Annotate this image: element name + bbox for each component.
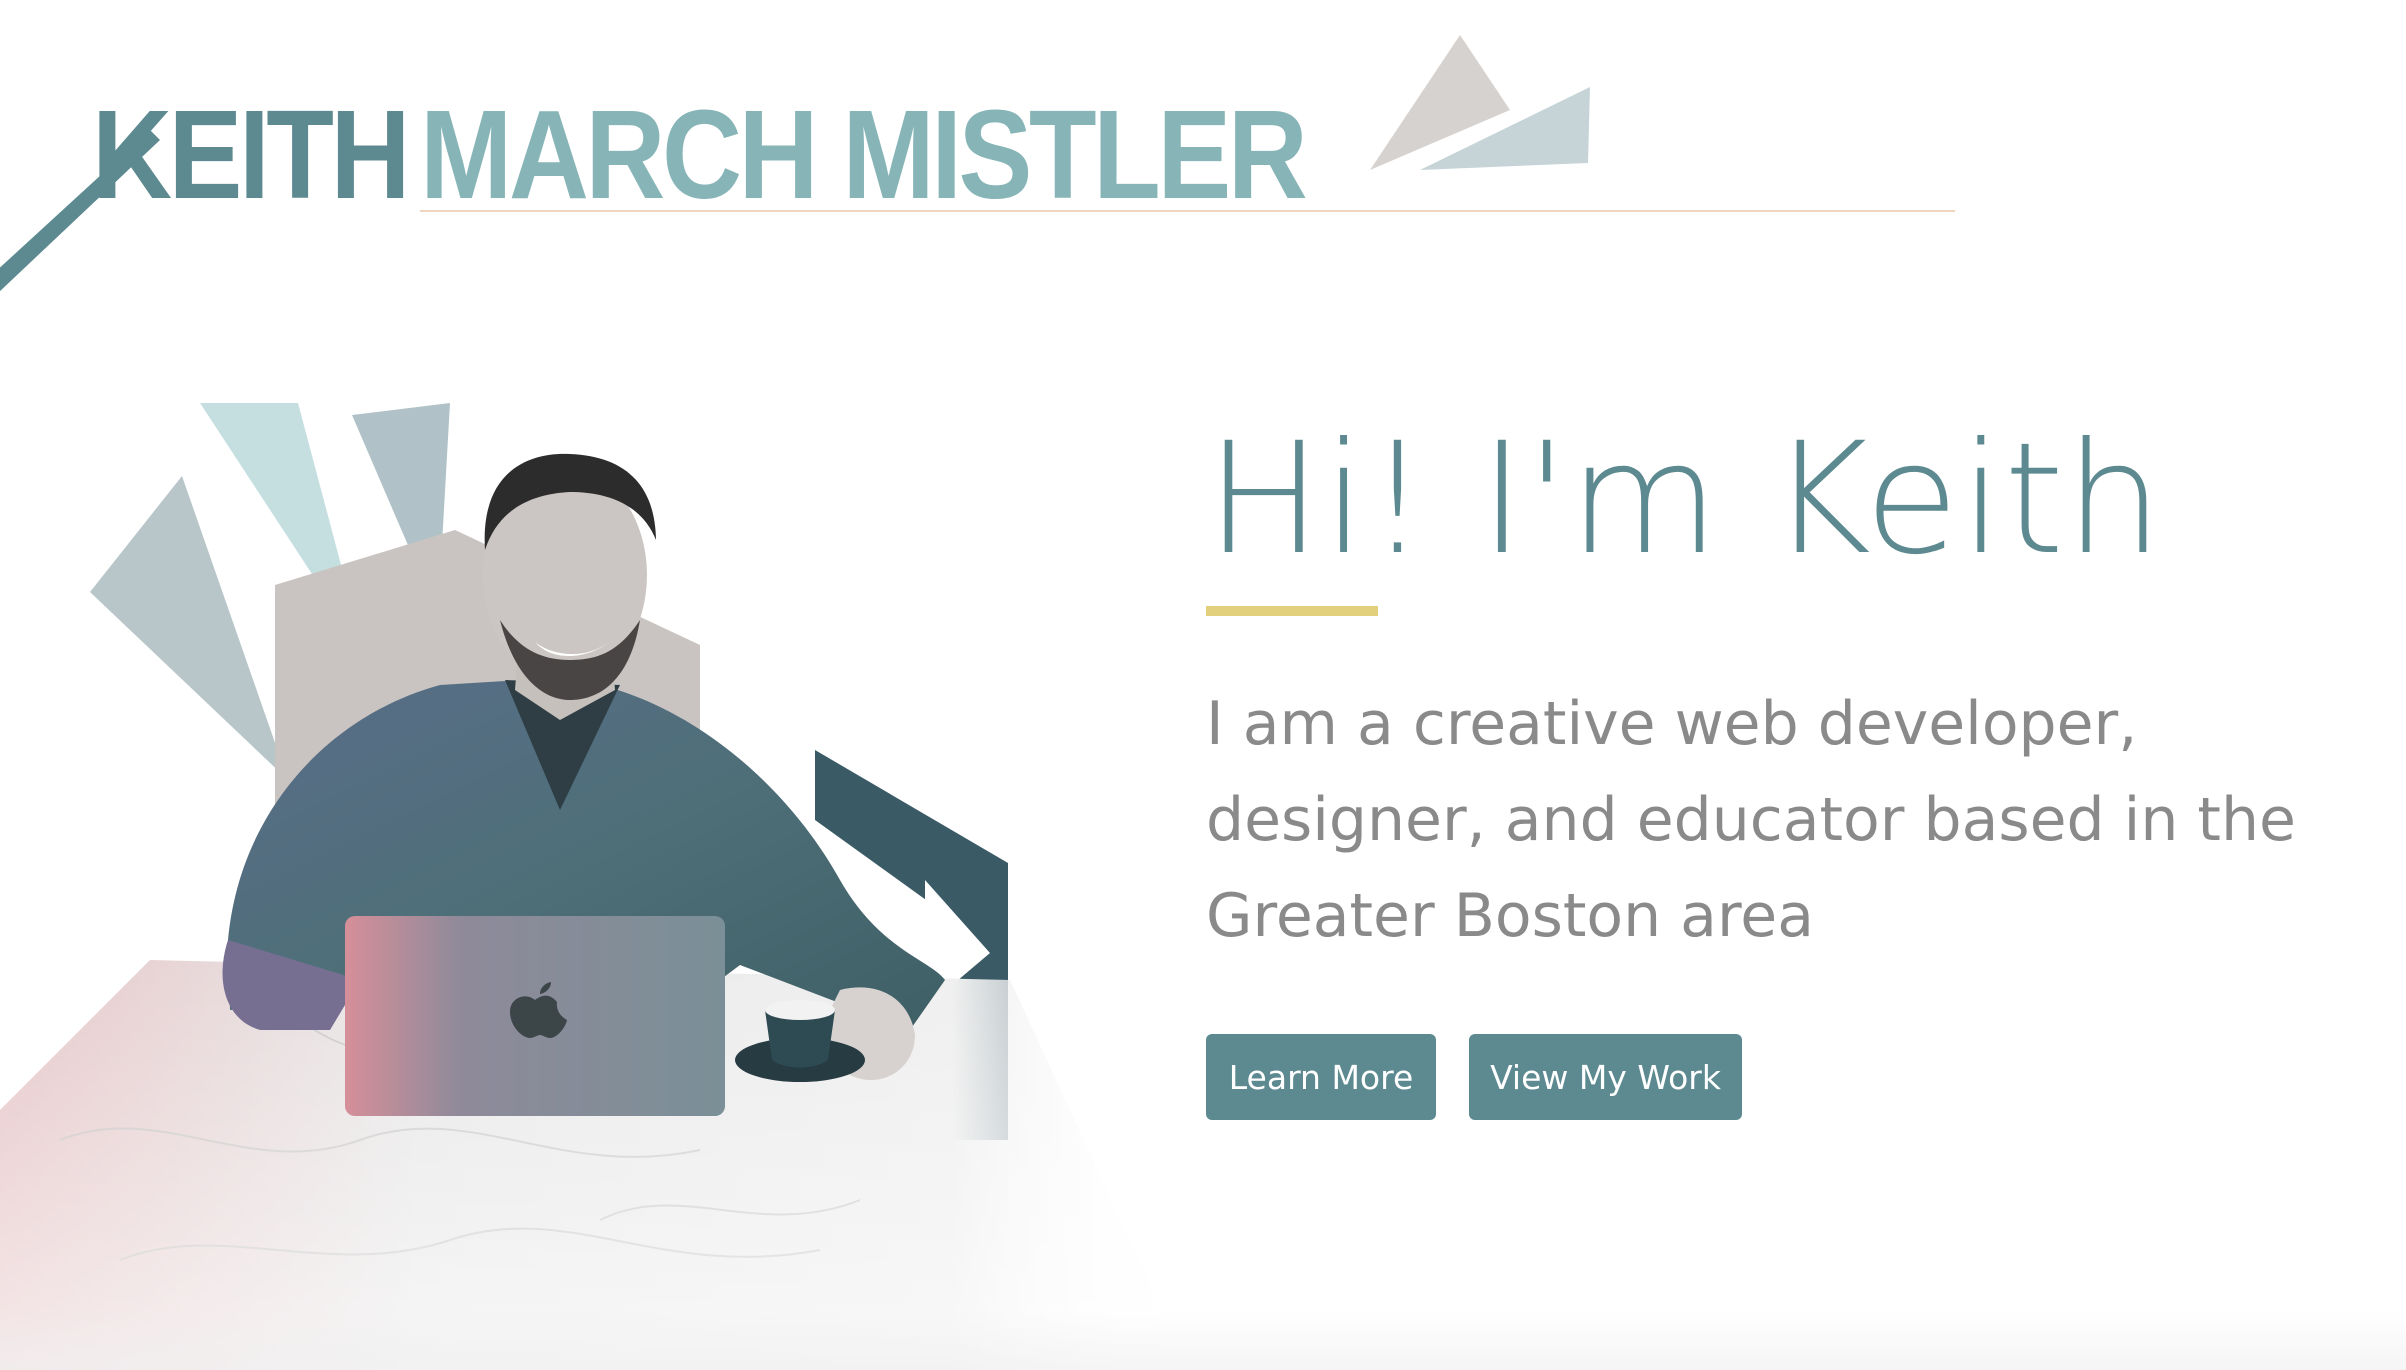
logo-underline <box>420 210 1955 212</box>
logo-triangles-icon <box>1370 35 1590 170</box>
view-my-work-button[interactable]: View My Work <box>1469 1034 1742 1121</box>
bg-triangle-left <box>90 476 288 780</box>
page: KEITH MARCH MISTLER Hi! I'm Keith I am a… <box>0 0 2406 1370</box>
title-accent-bar <box>1206 606 1378 617</box>
learn-more-button[interactable]: Learn More <box>1206 1034 1436 1121</box>
hero-illustration <box>0 403 1190 1370</box>
logo-last-name: MARCH MISTLER <box>420 84 1308 225</box>
hero-buttons: Learn More View My Work <box>1206 1034 2386 1121</box>
bottom-fade <box>0 1310 2406 1370</box>
hero-subtitle: I am a creative web developer, designer,… <box>1206 689 2296 952</box>
logo-first-name: KEITH <box>92 84 411 225</box>
site-logo[interactable]: KEITH MARCH MISTLER <box>0 0 1980 300</box>
hero-title: Hi! I'm Keith <box>1206 410 2164 589</box>
hero-content: Hi! I'm Keith I am a creative web develo… <box>1206 410 2386 1121</box>
